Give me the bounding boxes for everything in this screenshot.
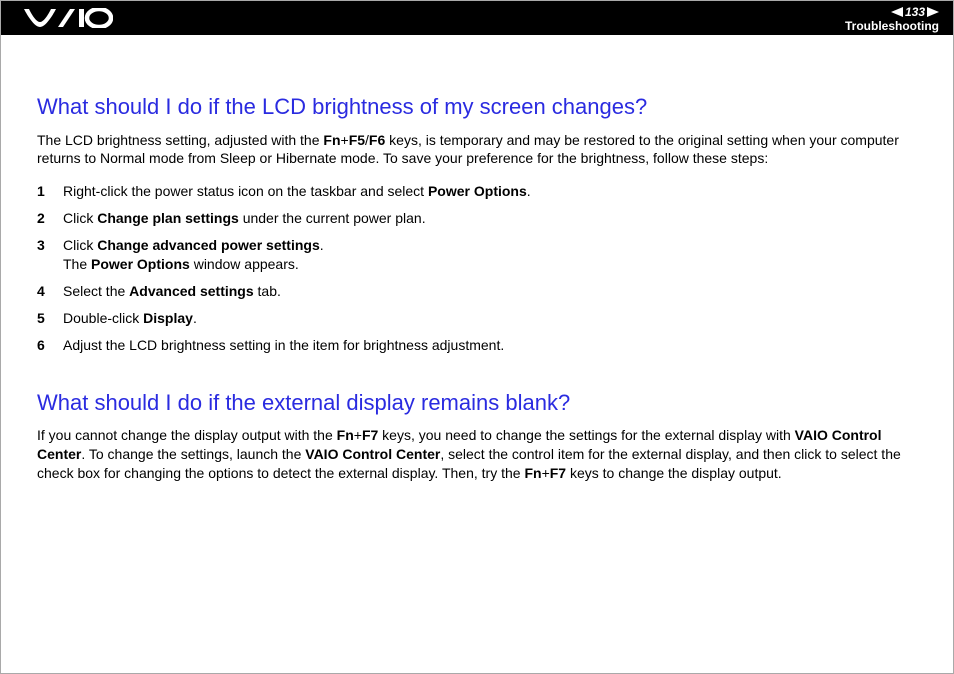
step-1: Right-click the power status icon on the… [37,178,917,205]
text: Click [63,210,97,226]
q2-paragraph: If you cannot change the display output … [37,426,917,483]
text: keys to change the display output. [566,465,782,481]
text: The LCD brightness setting, adjusted wit… [37,132,323,148]
text: . [320,237,324,253]
bold: Advanced settings [129,283,253,299]
bold: Display [143,310,193,326]
key-fn: Fn [524,465,541,481]
page-navigation: 133 [891,5,939,19]
text: Right-click the power status icon on the… [63,183,428,199]
bold: Power Options [91,256,190,272]
bold: VAIO Control Center [305,446,440,462]
key-f6: F6 [369,132,385,148]
text: + [354,427,362,443]
key-fn: Fn [323,132,340,148]
page-number: 133 [905,5,925,19]
content-area: What should I do if the LCD brightness o… [1,35,953,483]
text: Click [63,237,97,253]
question-2-heading: What should I do if the external display… [37,389,917,417]
next-page-arrow-icon[interactable] [927,7,939,17]
text: . [193,310,197,326]
text: Adjust the LCD brightness setting in the… [63,337,504,353]
text: . To change the settings, launch the [81,446,305,462]
text: . [527,183,531,199]
step-3: Click Change advanced power settings. Th… [37,232,917,278]
bold: Change advanced power settings [97,237,320,253]
text: Select the [63,283,129,299]
key-f5: F5 [349,132,365,148]
question-1-heading: What should I do if the LCD brightness o… [37,93,917,121]
section-label: Troubleshooting [845,20,939,32]
text: + [542,465,550,481]
vaio-logo [23,8,113,28]
text: The [63,256,91,272]
bold: Change plan settings [97,210,239,226]
q1-steps-list: Right-click the power status icon on the… [37,178,917,358]
step-4: Select the Advanced settings tab. [37,278,917,305]
key-f7: F7 [362,427,378,443]
key-f7: F7 [550,465,566,481]
key-fn: Fn [337,427,354,443]
step-2: Click Change plan settings under the cur… [37,205,917,232]
bold: Power Options [428,183,527,199]
q1-intro-paragraph: The LCD brightness setting, adjusted wit… [37,131,917,169]
text: + [341,132,349,148]
text: under the current power plan. [239,210,426,226]
header-right: 133 Troubleshooting [845,5,939,32]
text: tab. [254,283,281,299]
text: keys, you need to change the settings fo… [378,427,794,443]
text: Double-click [63,310,143,326]
top-bar: 133 Troubleshooting [1,1,953,35]
prev-page-arrow-icon[interactable] [891,7,903,17]
page-container: 133 Troubleshooting What should I do if … [0,0,954,674]
text: If you cannot change the display output … [37,427,337,443]
step-6: Adjust the LCD brightness setting in the… [37,332,917,359]
step-5: Double-click Display. [37,305,917,332]
text: window appears. [190,256,299,272]
